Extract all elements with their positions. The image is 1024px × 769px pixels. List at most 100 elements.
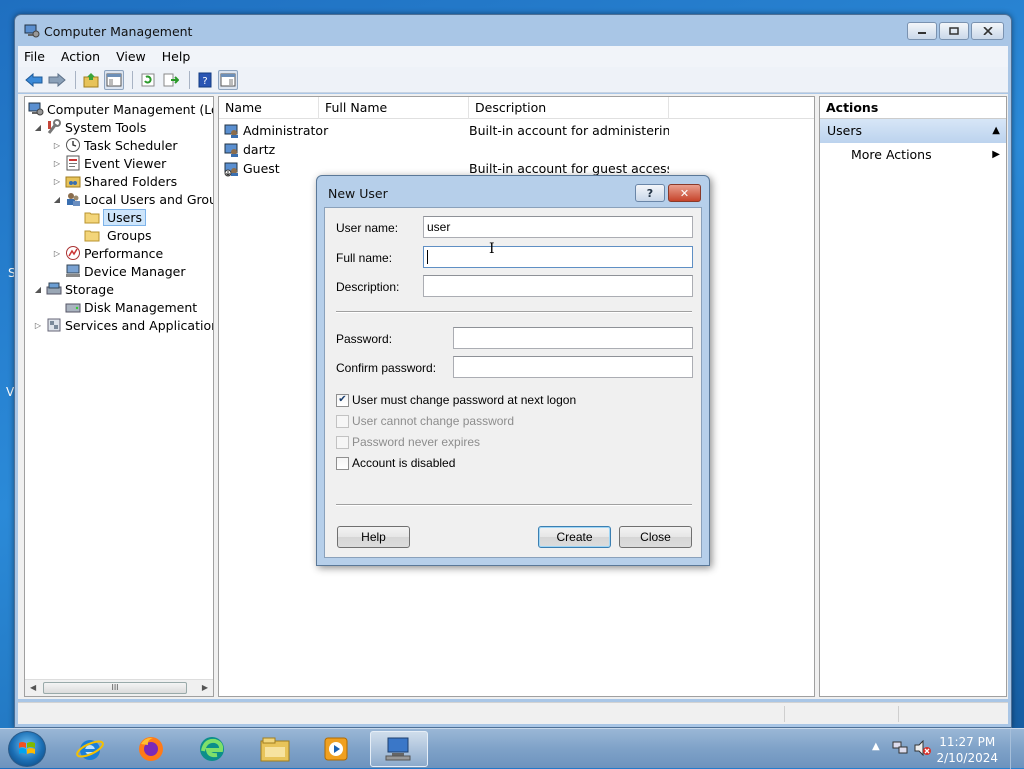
list-item-dartz[interactable]: dartz [219,140,669,159]
back-button[interactable] [24,70,44,90]
svg-text:?: ? [202,76,207,87]
password-label: Password: [336,332,393,346]
tree-label: Storage [65,281,114,297]
tree-item-shared-folders[interactable]: ▷ Shared Folders [52,172,177,190]
collapse-icon[interactable]: ◢ [52,195,62,204]
tree-label: Users [103,208,147,226]
tree-item-performance[interactable]: ▷ Performance [52,244,163,262]
tree-label: System Tools [65,119,147,135]
actions-section-users[interactable]: Users ▲ [820,119,1006,143]
collapse-up-icon[interactable]: ▲ [992,119,1000,143]
menu-view[interactable]: View [116,49,146,64]
list-header: Name Full Name Description [219,97,814,119]
cannot-change-password-checkbox[interactable]: User cannot change password [336,414,514,428]
expand-icon[interactable]: ▷ [52,141,62,150]
taskbar-firefox[interactable] [124,731,178,767]
show-desktop-button[interactable] [1010,729,1024,769]
help-icon: ? [646,186,654,200]
more-actions-item[interactable]: More Actions ▶ [820,143,1006,167]
description-input[interactable] [423,275,693,297]
refresh-button[interactable] [138,70,158,90]
forward-button[interactable] [47,70,67,90]
account-disabled-checkbox[interactable]: Account is disabled [336,456,455,470]
menu-file[interactable]: File [24,49,45,64]
taskbar-file-explorer[interactable] [248,731,302,767]
tree-item-computer-management[interactable]: Computer Management (Local [28,100,213,118]
services-icon [46,317,62,333]
show-hide-console-tree-button[interactable] [104,69,124,90]
expand-icon[interactable]: ▷ [52,249,62,258]
separator [336,504,692,506]
close-icon: ✕ [679,186,690,200]
menu-bar: File Action View Help [18,46,1008,67]
must-change-password-checkbox[interactable]: ✔ User must change password at next logo… [336,393,576,407]
tree-item-event-viewer[interactable]: ▷ Event Viewer [52,154,166,172]
show-hidden-icons-icon[interactable]: ▲ [872,741,880,752]
menu-action[interactable]: Action [61,49,100,64]
maximize-button[interactable] [939,22,969,40]
menu-help[interactable]: Help [162,49,191,64]
expand-icon[interactable]: ▷ [33,321,43,330]
taskbar-media-player[interactable] [309,731,363,767]
tree-horizontal-scrollbar[interactable]: ◀ III ▶ [25,679,213,696]
disabled-user-icon [224,162,238,176]
show-hide-action-pane-button[interactable] [218,69,238,90]
tree-item-device-manager[interactable]: Device Manager [65,262,186,280]
checkbox-icon [336,456,349,470]
collapse-icon[interactable]: ◢ [33,285,43,294]
password-input[interactable] [453,327,693,349]
close-button[interactable]: Close [619,526,692,548]
tree-label: Task Scheduler [84,137,178,153]
column-header-full-name[interactable]: Full Name [319,97,469,119]
start-button[interactable] [8,731,46,767]
taskbar-computer-management[interactable] [370,731,428,767]
taskbar-edge[interactable] [185,731,239,767]
confirm-password-input[interactable] [453,356,693,378]
dialog-help-button[interactable]: ? [635,184,665,202]
help-button[interactable]: Help [337,526,410,548]
taskbar-internet-explorer[interactable] [63,731,117,767]
title-bar[interactable]: Computer Management [15,15,1011,47]
submenu-arrow-icon: ▶ [992,149,1000,160]
text-cursor [427,250,428,264]
column-header-name[interactable]: Name [219,97,319,119]
expand-icon[interactable]: ▷ [52,159,62,168]
scroll-thumb[interactable]: III [43,682,187,694]
expand-icon[interactable]: ▷ [52,177,62,186]
up-one-level-button[interactable] [81,70,101,90]
minimize-button[interactable] [907,22,937,40]
window-title: Computer Management [44,24,193,39]
tree-item-storage[interactable]: ◢ Storage [33,280,114,298]
folder-icon [84,227,100,243]
list-item-administrator[interactable]: Administrator Built-in account for admin… [219,121,669,140]
tree-item-disk-management[interactable]: Disk Management [65,298,197,316]
collapse-icon[interactable]: ◢ [33,123,43,132]
console-tree: Computer Management (Local ◢ System Tool… [24,96,214,697]
tree-item-groups[interactable]: Groups [84,226,152,244]
scroll-right-icon[interactable]: ▶ [202,683,208,692]
checkbox-label: User must change password at next logon [352,393,577,407]
volume-muted-icon[interactable] [914,740,932,756]
password-never-expires-checkbox[interactable]: Password never expires [336,435,480,449]
fullname-input[interactable] [423,246,693,268]
desktop-icon-label: V [6,385,15,399]
export-list-button[interactable] [161,70,181,90]
clock[interactable]: 11:27 PM 2/10/2024 [936,734,998,766]
system-tray: ▲ 11:27 PM 2/10/2024 [864,729,1024,769]
tree-item-local-users-groups[interactable]: ◢ Local Users and Groups [52,190,213,208]
tree-item-users[interactable]: Users [84,208,147,226]
create-button[interactable]: Create [538,526,611,548]
help-toolbar-button[interactable]: ? [195,70,215,90]
tree-item-system-tools[interactable]: ◢ System Tools [33,118,146,136]
scroll-left-icon[interactable]: ◀ [30,683,36,692]
close-window-button[interactable] [971,22,1004,40]
network-icon[interactable] [892,740,908,756]
column-header-description[interactable]: Description [469,97,669,119]
username-input[interactable] [423,216,693,238]
device-manager-icon [65,263,81,279]
dialog-close-button[interactable]: ✕ [668,184,701,202]
tree-item-services-applications[interactable]: ▷ Services and Applications [33,316,213,334]
dialog-body: User name: Full name: I Description: Pas… [324,207,702,558]
more-actions-label: More Actions [851,147,932,162]
tree-item-task-scheduler[interactable]: ▷ Task Scheduler [52,136,178,154]
